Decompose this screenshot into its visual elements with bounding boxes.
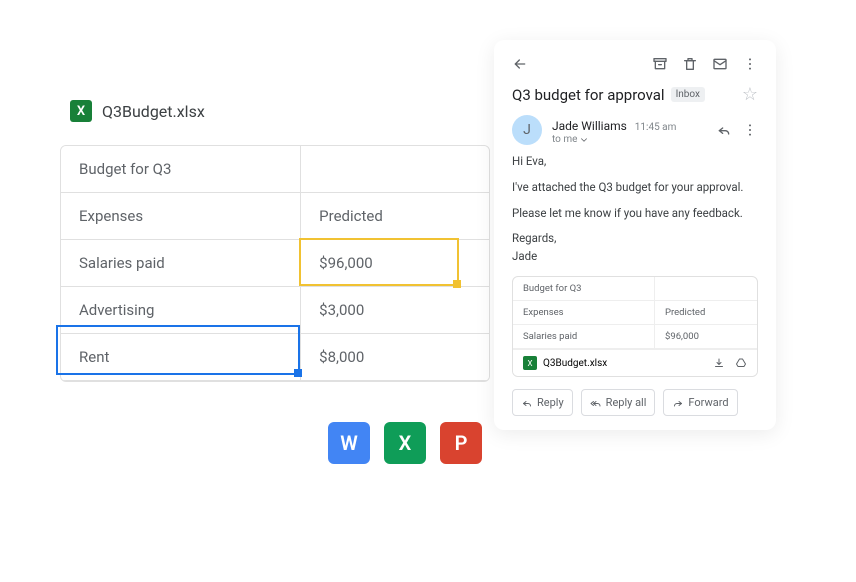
forward-button[interactable]: Forward bbox=[663, 389, 737, 416]
more-icon[interactable] bbox=[742, 56, 758, 72]
email-subject: Q3 budget for approval Inbox bbox=[512, 86, 705, 104]
cell[interactable]: Predicted bbox=[301, 193, 489, 240]
file-header: X Q3Budget.xlsx bbox=[70, 100, 205, 122]
save-drive-icon[interactable] bbox=[735, 357, 747, 369]
attachment-preview[interactable]: Budget for Q3 ExpensesPredicted Salaries… bbox=[512, 276, 758, 377]
sent-time: 11:45 am bbox=[635, 122, 677, 133]
spreadsheet[interactable]: Budget for Q3 Expenses Predicted Salarie… bbox=[60, 145, 490, 382]
cell[interactable]: Salaries paid bbox=[61, 240, 301, 287]
table-row[interactable]: Salaries paid $96,000 bbox=[61, 240, 489, 287]
word-icon[interactable]: W bbox=[328, 422, 370, 464]
star-icon[interactable]: ☆ bbox=[742, 84, 758, 105]
recipient-line[interactable]: to me bbox=[552, 134, 706, 145]
email-card: Q3 budget for approval Inbox ☆ J Jade Wi… bbox=[494, 40, 776, 430]
sender-name: Jade Williams bbox=[552, 119, 627, 133]
table-row[interactable]: Budget for Q3 bbox=[61, 146, 489, 193]
cell[interactable]: Budget for Q3 bbox=[61, 146, 301, 193]
cell[interactable]: Rent bbox=[61, 334, 301, 381]
archive-icon[interactable] bbox=[652, 56, 668, 72]
table-row[interactable]: Advertising $3,000 bbox=[61, 287, 489, 334]
excel-icon: X bbox=[70, 100, 92, 122]
email-toolbar bbox=[512, 56, 758, 72]
cell[interactable]: Advertising bbox=[61, 287, 301, 334]
back-icon[interactable] bbox=[512, 56, 528, 72]
app-icons-row: W X P bbox=[328, 422, 482, 464]
more-sender-icon[interactable] bbox=[742, 122, 758, 138]
table-row[interactable]: Expenses Predicted bbox=[61, 193, 489, 240]
cell[interactable] bbox=[301, 146, 489, 193]
file-name: Q3Budget.xlsx bbox=[102, 102, 205, 121]
avatar: J bbox=[512, 115, 542, 145]
attachment-filename: Q3Budget.xlsx bbox=[543, 358, 607, 369]
cell[interactable]: $3,000 bbox=[301, 287, 489, 334]
download-icon[interactable] bbox=[713, 357, 725, 369]
excel-app-icon[interactable]: X bbox=[384, 422, 426, 464]
reply-icon[interactable] bbox=[716, 122, 732, 138]
chevron-down-icon[interactable] bbox=[579, 135, 589, 145]
email-body: Hi Eva, I've attached the Q3 budget for … bbox=[512, 153, 758, 266]
mail-icon[interactable] bbox=[712, 56, 728, 72]
cell[interactable]: $96,000 bbox=[301, 240, 489, 287]
excel-icon: X bbox=[523, 356, 537, 370]
powerpoint-icon[interactable]: P bbox=[440, 422, 482, 464]
cell[interactable]: Expenses bbox=[61, 193, 301, 240]
inbox-label[interactable]: Inbox bbox=[671, 87, 705, 102]
delete-icon[interactable] bbox=[682, 56, 698, 72]
table-row[interactable]: Rent $8,000 bbox=[61, 334, 489, 381]
cell[interactable]: $8,000 bbox=[301, 334, 489, 381]
reply-all-button[interactable]: Reply all bbox=[581, 389, 656, 416]
reply-button[interactable]: Reply bbox=[512, 389, 573, 416]
